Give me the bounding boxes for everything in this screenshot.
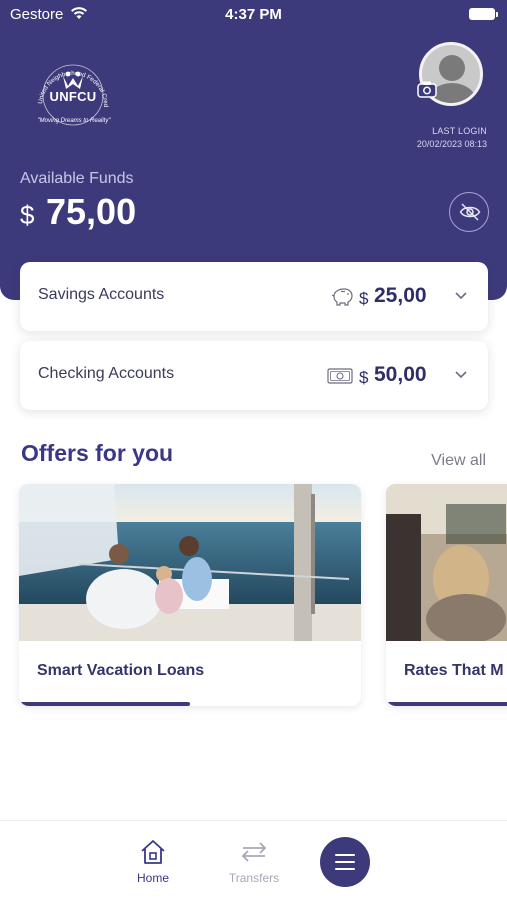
offer-title: Smart Vacation Loans	[37, 662, 205, 679]
offers-section-title: Offers for you	[21, 440, 174, 466]
header-banner: Gestore 4:37 PM United Neighborhood Fede…	[0, 0, 507, 300]
checking-account-card[interactable]: Checking Accounts $ 50,00	[20, 341, 488, 410]
account-currency: $	[359, 368, 369, 387]
logo-wordmark: UNFCU	[49, 89, 97, 104]
camera-icon[interactable]	[417, 80, 437, 98]
nav-label-transfers: Transfers	[228, 871, 280, 885]
offer-progress-bar	[19, 702, 190, 706]
avatar-placeholder-head	[439, 55, 465, 81]
battery-icon	[469, 8, 498, 20]
savings-account-card[interactable]: Savings Accounts $ 25,00	[20, 262, 488, 331]
offer-card[interactable]: Smart Vacation Loans	[19, 484, 361, 706]
account-balance: 50,00	[374, 363, 427, 386]
account-currency: $	[359, 289, 369, 308]
hide-balance-button[interactable]	[449, 192, 489, 232]
available-funds-label: Available Funds	[20, 170, 134, 187]
eye-slash-icon	[459, 203, 481, 221]
offer-progress-bar	[386, 702, 507, 706]
offer-image-convertible-drive	[386, 484, 507, 641]
offer-card[interactable]: Rates That M	[386, 484, 507, 706]
hamburger-menu-icon[interactable]	[320, 837, 370, 887]
piggy-bank-icon	[331, 288, 353, 306]
account-name: Savings Accounts	[38, 286, 165, 303]
last-login-value: 20/02/2023 08:13	[416, 139, 487, 149]
last-login-label: LAST LOGIN	[432, 126, 487, 136]
view-all-offers-link[interactable]: View all	[431, 452, 486, 470]
transfers-icon	[241, 842, 267, 862]
nav-item-home[interactable]: Home	[118, 839, 188, 885]
nav-label-home: Home	[136, 871, 169, 885]
account-name: Checking Accounts	[38, 365, 175, 382]
status-bar: Gestore 4:37 PM	[0, 0, 507, 30]
nav-item-transfers[interactable]: Transfers	[219, 839, 289, 885]
available-funds-currency: $	[20, 200, 35, 230]
account-balance: 25,00	[374, 284, 427, 307]
bottom-navigation: Home Transfers	[0, 820, 507, 900]
logo-tagline: "Moving Dreams to Reality"	[37, 118, 111, 124]
offer-title: Rates That M	[404, 662, 504, 679]
banknote-icon	[327, 368, 353, 384]
home-icon	[141, 840, 165, 864]
available-funds-value: 75,00	[46, 191, 137, 232]
clock: 4:37 PM	[225, 6, 282, 23]
chevron-down-icon[interactable]	[454, 368, 468, 382]
offer-image-sailing-family	[19, 484, 361, 641]
chevron-down-icon[interactable]	[454, 289, 468, 303]
